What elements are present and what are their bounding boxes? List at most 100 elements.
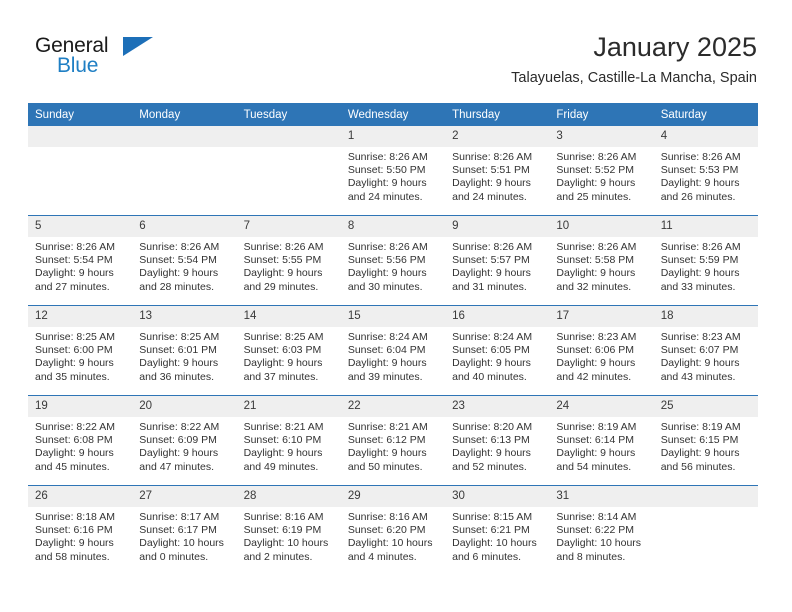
day-info-line: Daylight: 9 hours [35, 447, 114, 460]
day-sun-info: Sunrise: 8:19 AM Sunset: 6:14 PM Daylight:… [549, 417, 653, 474]
day-info-line: Sunrise: 8:19 AM [556, 421, 637, 433]
day-info-line: Sunrise: 8:26 AM [660, 151, 741, 163]
day-number: 9 [445, 216, 550, 237]
day-info-line: and 26 minutes. [660, 190, 736, 203]
day-box: 15 Sunrise: 8:24 AM Sunset: 6:04 PM Dayligh… [340, 306, 446, 395]
day-number: 28 [236, 486, 341, 507]
general-blue-logo[interactable]: General Blue [35, 34, 155, 86]
calendar-day-cell[interactable]: 7 Sunrise: 8:26 AM Sunset: 5:55 PM Daylight… [236, 215, 341, 306]
day-info-line: and 8 minutes. [556, 550, 626, 563]
calendar-day-cell[interactable]: 26 Sunrise: 8:18 AM Sunset: 6:16 PM Dayligh… [28, 485, 133, 575]
day-info-line: and 27 minutes. [35, 280, 110, 293]
calendar-day-cell[interactable]: 22 Sunrise: 8:21 AM Sunset: 6:12 PM Dayligh… [340, 395, 446, 486]
day-box [28, 126, 133, 215]
calendar-day-cell[interactable]: 29 Sunrise: 8:16 AM Sunset: 6:20 PM Dayligh… [340, 485, 446, 575]
day-info-line: and 45 minutes. [35, 460, 110, 473]
calendar-day-cell[interactable]: 6 Sunrise: 8:26 AM Sunset: 5:54 PM Daylight… [132, 215, 237, 306]
day-info-line: Sunrise: 8:22 AM [139, 421, 220, 433]
day-info-line: Daylight: 9 hours [660, 357, 740, 370]
calendar-day-cell[interactable]: 9 Sunrise: 8:26 AM Sunset: 5:57 PM Daylight… [445, 215, 550, 306]
day-number [236, 126, 341, 147]
calendar-day-cell[interactable]: 21 Sunrise: 8:21 AM Sunset: 6:10 PM Dayligh… [236, 395, 341, 486]
day-info-line: Sunset: 5:53 PM [660, 164, 739, 177]
day-info-line: Daylight: 9 hours [243, 267, 323, 280]
day-number: 8 [340, 216, 446, 237]
day-sun-info [237, 147, 341, 151]
day-info-line: Sunset: 6:12 PM [347, 434, 426, 447]
day-info-line: Sunset: 5:51 PM [452, 164, 530, 177]
day-info-line: Daylight: 9 hours [35, 537, 114, 550]
calendar-day-cell[interactable]: 18 Sunrise: 8:23 AM Sunset: 6:07 PM Dayligh… [653, 305, 758, 396]
day-number: 10 [549, 216, 654, 237]
day-info-line: Sunset: 5:50 PM [347, 164, 426, 177]
day-info-line: Sunrise: 8:24 AM [452, 331, 533, 343]
calendar-day-cell[interactable]: 12 Sunrise: 8:25 AM Sunset: 6:00 PM Dayligh… [28, 305, 133, 396]
calendar-day-cell[interactable]: 14 Sunrise: 8:25 AM Sunset: 6:03 PM Dayligh… [236, 305, 341, 396]
day-info-line: Daylight: 9 hours [452, 447, 531, 460]
day-info-line: Daylight: 10 hours [452, 537, 537, 550]
calendar-day-cell[interactable]: 24 Sunrise: 8:19 AM Sunset: 6:14 PM Dayligh… [549, 395, 654, 486]
day-info-line: Sunset: 6:13 PM [452, 434, 530, 447]
day-box: 13 Sunrise: 8:25 AM Sunset: 6:01 PM Dayligh… [132, 306, 237, 395]
calendar-day-cell[interactable]: 13 Sunrise: 8:25 AM Sunset: 6:01 PM Dayligh… [132, 305, 237, 396]
day-number: 6 [132, 216, 237, 237]
day-sun-info: Sunrise: 8:15 AM Sunset: 6:21 PM Daylight:… [445, 507, 549, 564]
calendar-day-cell[interactable]: 4 Sunrise: 8:26 AM Sunset: 5:53 PM Daylight… [653, 126, 758, 216]
day-info-line: Sunset: 5:55 PM [243, 254, 322, 267]
day-box: 25 Sunrise: 8:19 AM Sunset: 6:15 PM Dayligh… [653, 396, 758, 485]
day-number: 23 [445, 396, 550, 417]
day-info-line: Sunrise: 8:26 AM [139, 241, 220, 253]
calendar-day-cell[interactable]: 10 Sunrise: 8:26 AM Sunset: 5:58 PM Dayligh… [549, 215, 654, 306]
calendar-day-cell[interactable]: 5 Sunrise: 8:26 AM Sunset: 5:54 PM Daylight… [28, 215, 133, 306]
day-box: 1 Sunrise: 8:26 AM Sunset: 5:50 PM Daylight… [340, 126, 446, 215]
calendar-day-cell[interactable]: 8 Sunrise: 8:26 AM Sunset: 5:56 PM Daylight… [340, 215, 446, 306]
day-sun-info: Sunrise: 8:26 AM Sunset: 5:57 PM Daylight:… [445, 237, 549, 294]
calendar-day-cell[interactable]: 28 Sunrise: 8:16 AM Sunset: 6:19 PM Dayligh… [236, 485, 341, 575]
day-box: 21 Sunrise: 8:21 AM Sunset: 6:10 PM Dayligh… [236, 396, 341, 485]
day-box: 12 Sunrise: 8:25 AM Sunset: 6:00 PM Dayligh… [28, 306, 133, 395]
calendar-day-cell[interactable]: 25 Sunrise: 8:19 AM Sunset: 6:15 PM Dayligh… [653, 395, 758, 486]
day-info-line: Sunrise: 8:23 AM [556, 331, 637, 343]
day-info-line: Sunset: 6:19 PM [243, 524, 322, 537]
calendar-week-row: 5 Sunrise: 8:26 AM Sunset: 5:54 PM Daylight… [28, 215, 758, 306]
day-info-line: Sunrise: 8:26 AM [243, 241, 324, 253]
day-number: 14 [236, 306, 341, 327]
calendar-day-cell[interactable]: 17 Sunrise: 8:23 AM Sunset: 6:06 PM Dayligh… [549, 305, 654, 396]
day-sun-info: Sunrise: 8:24 AM Sunset: 6:04 PM Daylight:… [341, 327, 445, 384]
day-sun-info: Sunrise: 8:23 AM Sunset: 6:07 PM Daylight:… [654, 327, 758, 384]
day-sun-info: Sunrise: 8:26 AM Sunset: 5:52 PM Daylight:… [549, 147, 653, 204]
day-info-line: Sunset: 6:10 PM [243, 434, 322, 447]
weekday-header-sunday: Sunday [28, 103, 133, 126]
calendar-day-cell[interactable]: 1 Sunrise: 8:26 AM Sunset: 5:50 PM Daylight… [340, 126, 446, 216]
day-sun-info: Sunrise: 8:25 AM Sunset: 6:00 PM Daylight:… [28, 327, 132, 384]
day-info-line: and 58 minutes. [35, 550, 110, 563]
day-info-line: Sunset: 6:16 PM [35, 524, 113, 537]
calendar-day-cell[interactable]: 2 Sunrise: 8:26 AM Sunset: 5:51 PM Daylight… [445, 126, 550, 216]
calendar-day-cell[interactable]: 27 Sunrise: 8:17 AM Sunset: 6:17 PM Dayligh… [132, 485, 237, 575]
calendar-day-cell[interactable]: 16 Sunrise: 8:24 AM Sunset: 6:05 PM Dayligh… [445, 305, 550, 396]
calendar-day-cell[interactable]: 11 Sunrise: 8:26 AM Sunset: 5:59 PM Dayligh… [653, 215, 758, 306]
day-number: 24 [549, 396, 654, 417]
day-box [653, 486, 758, 575]
calendar-day-cell[interactable]: 31 Sunrise: 8:14 AM Sunset: 6:22 PM Dayligh… [549, 485, 654, 575]
calendar-day-cell[interactable]: 23 Sunrise: 8:20 AM Sunset: 6:13 PM Dayligh… [445, 395, 550, 486]
day-info-line: Daylight: 9 hours [452, 357, 531, 370]
day-info-line: Daylight: 9 hours [35, 267, 114, 280]
day-info-line: Sunrise: 8:26 AM [556, 151, 637, 163]
calendar-day-cell[interactable]: 19 Sunrise: 8:22 AM Sunset: 6:08 PM Dayligh… [28, 395, 133, 486]
calendar-day-cell[interactable]: 20 Sunrise: 8:22 AM Sunset: 6:09 PM Dayligh… [132, 395, 237, 486]
day-info-line: Sunrise: 8:23 AM [660, 331, 741, 343]
calendar-day-cell[interactable]: 30 Sunrise: 8:15 AM Sunset: 6:21 PM Dayligh… [445, 485, 550, 575]
day-box: 6 Sunrise: 8:26 AM Sunset: 5:54 PM Daylight… [132, 216, 237, 305]
day-box: 9 Sunrise: 8:26 AM Sunset: 5:57 PM Daylight… [445, 216, 550, 305]
day-box: 14 Sunrise: 8:25 AM Sunset: 6:03 PM Dayligh… [236, 306, 341, 395]
weekday-header-wednesday: Wednesday [340, 103, 446, 126]
calendar-day-cell[interactable]: 3 Sunrise: 8:26 AM Sunset: 5:52 PM Daylight… [549, 126, 654, 216]
day-info-line: Sunset: 6:20 PM [347, 524, 426, 537]
calendar-day-cell[interactable]: 15 Sunrise: 8:24 AM Sunset: 6:04 PM Dayligh… [340, 305, 446, 396]
day-info-line: and 29 minutes. [243, 280, 319, 293]
day-sun-info: Sunrise: 8:22 AM Sunset: 6:08 PM Daylight:… [28, 417, 132, 474]
day-info-line: Daylight: 9 hours [556, 177, 636, 190]
day-info-line: and 31 minutes. [452, 280, 527, 293]
day-number: 7 [236, 216, 341, 237]
